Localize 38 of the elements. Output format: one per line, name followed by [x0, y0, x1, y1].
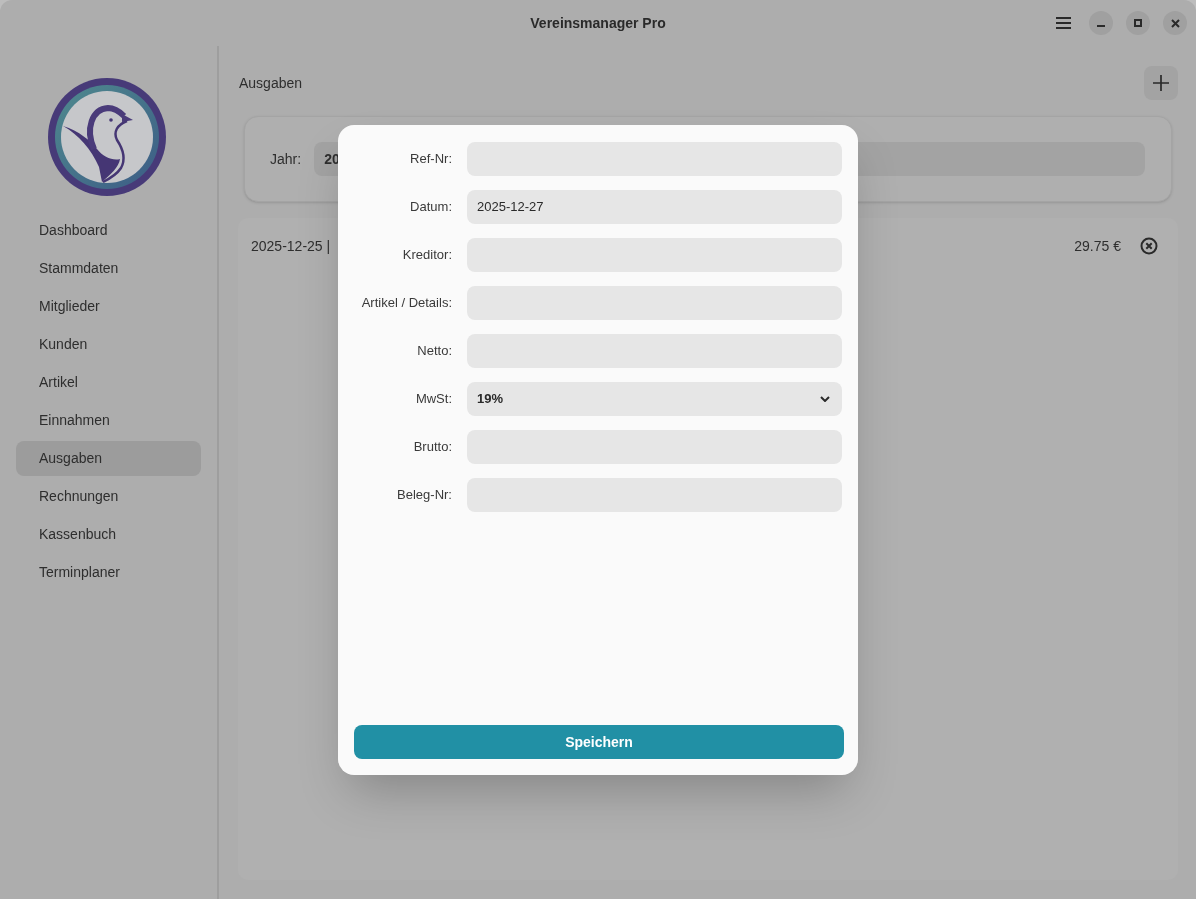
close-button[interactable]	[1163, 11, 1187, 35]
sidebar-item[interactable]: Einnahmen	[16, 403, 201, 438]
field-label: Artikel / Details:	[360, 294, 452, 313]
plus-icon	[1153, 75, 1169, 91]
field-label: Datum:	[409, 198, 452, 217]
chevron-down-icon	[820, 396, 830, 402]
minimize-icon	[1097, 25, 1105, 27]
sidebar-item[interactable]: Artikel	[16, 365, 201, 400]
field-label: Netto:	[416, 342, 452, 361]
maximize-button[interactable]	[1126, 11, 1150, 35]
sidebar-item[interactable]: Mitglieder	[16, 289, 201, 324]
field-label: Beleg-Nr:	[396, 486, 452, 505]
sidebar-item[interactable]: Dashboard	[16, 213, 201, 248]
expense-summary: 2025-12-25 |	[251, 236, 331, 256]
sidebar-item[interactable]: Kunden	[16, 327, 201, 362]
dropdown-field[interactable]: 19%	[467, 382, 842, 416]
delete-button[interactable]	[1140, 237, 1158, 255]
remove-circle-icon	[1140, 237, 1158, 255]
maximize-icon	[1134, 19, 1142, 27]
page-title: Ausgaben	[238, 73, 303, 93]
sidebar-item[interactable]: Ausgaben	[16, 441, 201, 476]
sidebar-item[interactable]: Terminplaner	[16, 555, 201, 590]
field-label: Ref-Nr:	[409, 150, 452, 169]
expense-amount: 29.75 €	[1074, 236, 1121, 256]
sidebar-item[interactable]: Rechnungen	[16, 479, 201, 514]
window-title: Vereinsmanager Pro	[530, 13, 666, 33]
sidebar-item[interactable]: Stammdaten	[16, 251, 201, 286]
input-field[interactable]: 2025-12-27	[467, 190, 842, 224]
field-label: Jahr:	[270, 149, 302, 169]
minimize-button[interactable]	[1089, 11, 1113, 35]
close-icon	[1170, 18, 1180, 28]
add-button[interactable]	[1144, 66, 1178, 100]
menu-icon	[1055, 17, 1071, 29]
field-label: MwSt:	[414, 390, 452, 409]
field-label: Kreditor:	[401, 246, 452, 265]
sidebar-item[interactable]: Kassenbuch	[16, 517, 201, 552]
field-label: Brutto:	[412, 438, 452, 457]
save-button[interactable]: Speichern	[354, 725, 844, 759]
